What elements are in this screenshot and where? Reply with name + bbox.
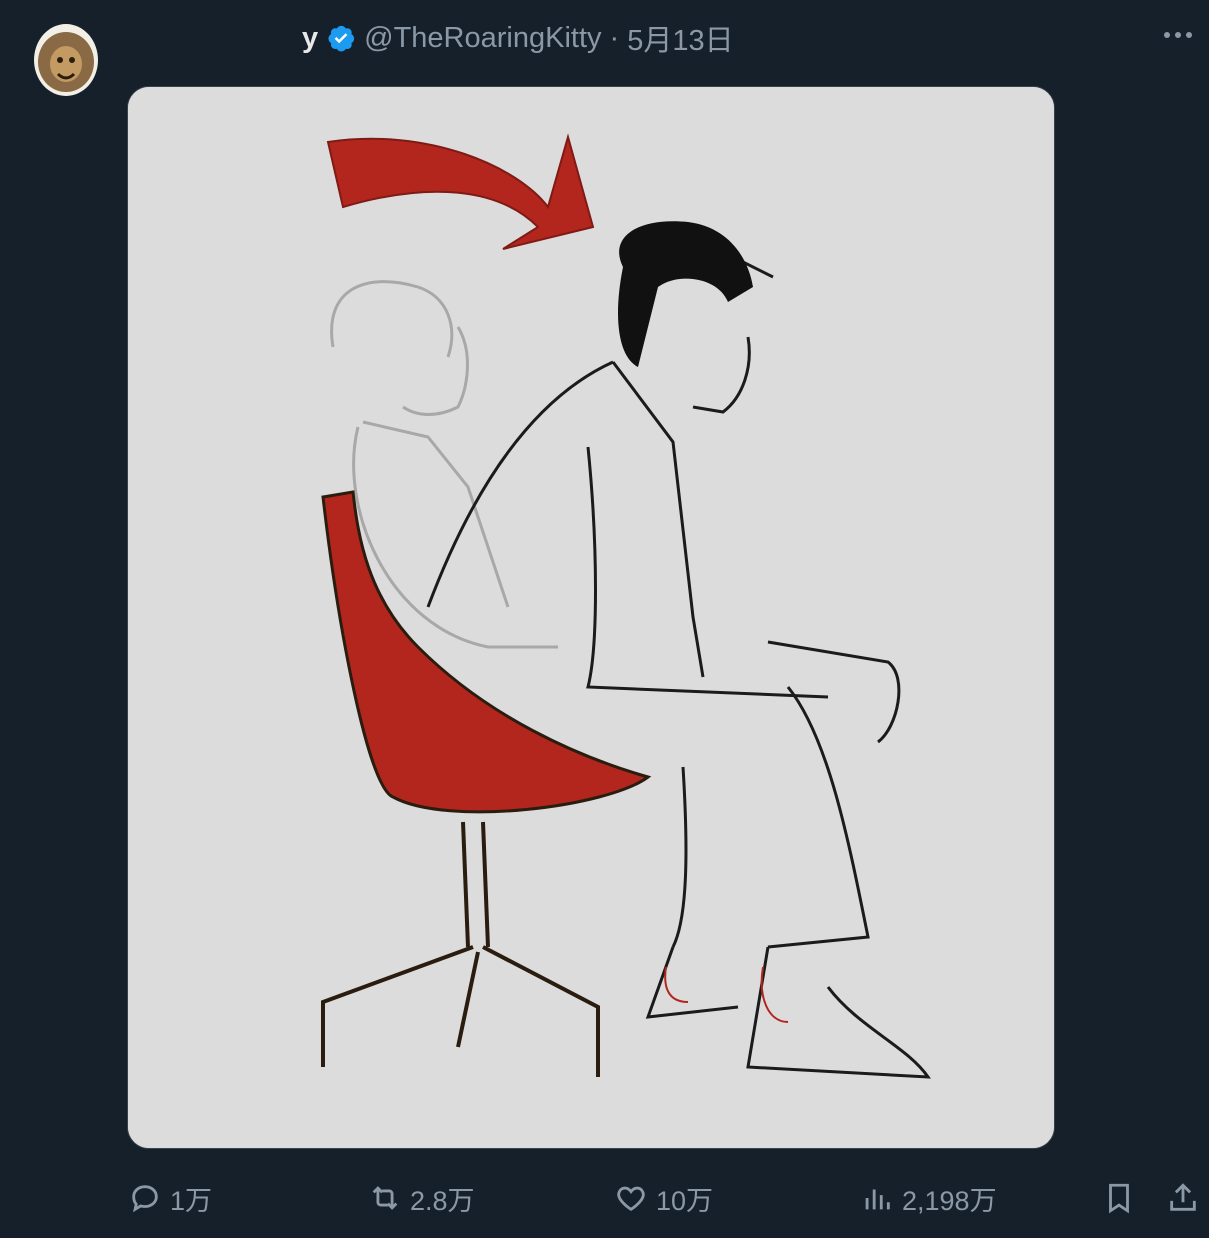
tweet-actions: 1万 2.8万 10万 2,198万 (0, 1172, 1209, 1224)
reply-count: 1万 (170, 1185, 213, 1216)
views-button[interactable]: 2,198万 (860, 1172, 997, 1224)
tweet-date[interactable]: 5月13日 (627, 17, 733, 59)
verified-badge-icon (326, 23, 356, 53)
like-button[interactable]: 10万 (614, 1172, 713, 1224)
bookmark-button[interactable] (1102, 1172, 1136, 1224)
user-handle[interactable]: @TheRoaringKitty (364, 22, 601, 55)
like-count: 10万 (656, 1185, 714, 1216)
retweet-button[interactable]: 2.8万 (368, 1172, 475, 1224)
retweet-count: 2.8万 (410, 1185, 475, 1216)
illustration (128, 87, 1054, 1148)
heart-icon (617, 1186, 645, 1212)
bookmark-icon (1109, 1183, 1129, 1214)
retweet-icon (372, 1186, 398, 1210)
more-dots-icon[interactable] (1161, 18, 1195, 52)
reply-button[interactable]: 1万 (128, 1172, 212, 1224)
share-button[interactable] (1166, 1172, 1200, 1224)
views-count: 2,198万 (902, 1185, 997, 1216)
share-icon (1170, 1183, 1196, 1211)
separator-dot: · (609, 21, 620, 54)
reply-icon (132, 1185, 158, 1213)
display-name[interactable]: y (302, 22, 318, 55)
avatar[interactable] (34, 24, 98, 96)
tweet-header: y @TheRoaringKitty · 5月13日 (302, 14, 734, 62)
tweet-media-image[interactable] (127, 86, 1055, 1149)
views-bar-chart-icon (865, 1189, 890, 1210)
